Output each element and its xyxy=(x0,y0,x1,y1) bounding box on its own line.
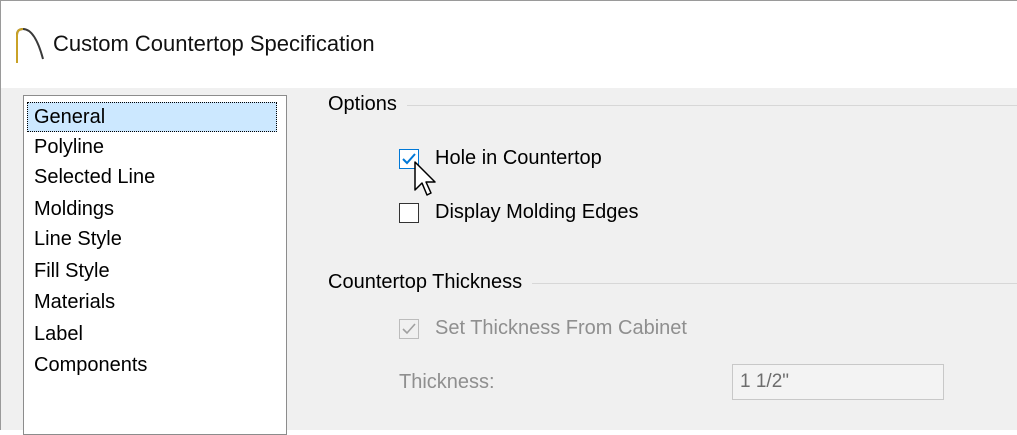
mouse-pointer-icon xyxy=(414,161,436,196)
category-item-moldings[interactable]: Moldings xyxy=(27,194,114,224)
display-molding-edges-label[interactable]: Display Molding Edges xyxy=(435,201,638,224)
options-group-line xyxy=(331,105,1017,106)
display-molding-edges-checkbox[interactable] xyxy=(399,203,419,223)
dialog-titlebar: Custom Countertop Specification xyxy=(0,0,1017,88)
category-item-polyline[interactable]: Polyline xyxy=(27,132,104,162)
category-item-label[interactable]: Label xyxy=(27,319,83,349)
category-item-components[interactable]: Components xyxy=(27,350,147,380)
thickness-input[interactable]: 1 1/2" xyxy=(732,364,944,400)
hole-in-countertop-label[interactable]: Hole in Countertop xyxy=(435,147,602,170)
thickness-label: Thickness: xyxy=(399,371,495,393)
checkmark-icon xyxy=(402,323,416,335)
category-item-selected-line[interactable]: Selected Line xyxy=(27,162,155,192)
set-thickness-from-cabinet-label[interactable]: Set Thickness From Cabinet xyxy=(435,317,687,340)
set-thickness-from-cabinet-checkbox[interactable] xyxy=(399,319,419,339)
category-item-fill-style[interactable]: Fill Style xyxy=(27,256,110,286)
category-item-general[interactable]: General xyxy=(27,102,277,132)
dialog-title: Custom Countertop Specification xyxy=(53,31,375,56)
countertop-arc-icon xyxy=(16,27,44,63)
options-heading: Options xyxy=(328,93,407,116)
category-item-materials[interactable]: Materials xyxy=(27,287,115,317)
category-item-line-style[interactable]: Line Style xyxy=(27,224,122,254)
dialog-content: General Polyline Selected Line Moldings … xyxy=(0,88,1017,435)
category-list[interactable]: General Polyline Selected Line Moldings … xyxy=(23,95,287,435)
thickness-heading: Countertop Thickness xyxy=(328,271,533,294)
